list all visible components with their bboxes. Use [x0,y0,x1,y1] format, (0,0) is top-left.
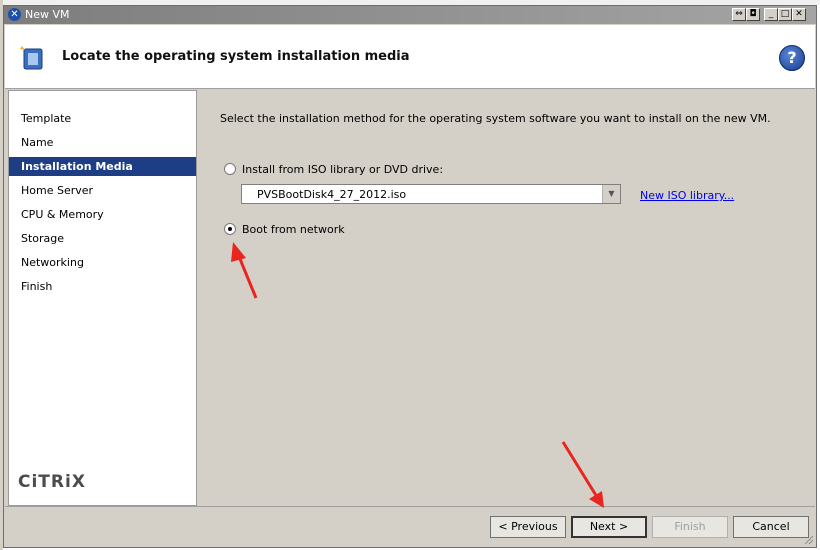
vm-wizard-icon [20,46,43,70]
nav-item-home-server[interactable]: Home Server [9,181,196,200]
new-vm-dialog: ✕ New VM ⇔ ◘ _ □ ✕ Locate the operating … [3,5,817,548]
wizard-header: Locate the operating system installation… [5,25,815,89]
chevron-down-icon[interactable]: ▼ [602,185,620,203]
install-from-iso-label[interactable]: Install from ISO library or DVD drive: [242,163,443,176]
nav-item-template[interactable]: Template [9,109,196,128]
finish-button[interactable]: Finish [652,516,728,538]
cancel-button[interactable]: Cancel [733,516,809,538]
page-title: Locate the operating system installation… [62,49,410,64]
maximize-button[interactable]: □ [778,8,792,21]
resize-grip-icon[interactable] [802,533,814,545]
close-button[interactable]: ✕ [792,8,806,21]
window-title: New VM [25,8,70,21]
xencenter-app-icon: ✕ [8,8,21,21]
boot-from-network-radio[interactable] [224,223,236,235]
iso-select-dropdown[interactable]: PVSBootDisk4_27_2012.iso ▼ [241,184,621,204]
title-bar[interactable]: ✕ New VM ⇔ ◘ _ □ ✕ [4,6,816,24]
citrix-logo: CiTRiX [18,472,86,492]
iso-select-value: PVSBootDisk4_27_2012.iso [257,188,407,201]
footer-divider [5,506,815,507]
new-iso-library-link[interactable]: New ISO library... [640,189,734,202]
nav-item-cpu-memory[interactable]: CPU & Memory [9,205,196,224]
dock-button[interactable]: ◘ [746,8,760,21]
nav-item-networking[interactable]: Networking [9,253,196,272]
instruction-text: Select the installation method for the o… [220,112,771,125]
nav-item-finish[interactable]: Finish [9,277,196,296]
minimize-button[interactable]: _ [764,8,778,21]
nav-item-installation-media[interactable]: Installation Media [9,157,196,176]
radio-selected-dot [228,227,232,231]
help-icon[interactable]: ? [779,45,805,71]
install-from-iso-radio[interactable] [224,163,236,175]
nav-item-storage[interactable]: Storage [9,229,196,248]
nav-item-name[interactable]: Name [9,133,196,152]
wizard-steps-panel: Template Name Installation Media Home Se… [8,90,197,506]
previous-button[interactable]: < Previous [490,516,566,538]
boot-from-network-label[interactable]: Boot from network [242,223,345,236]
next-button[interactable]: Next > [571,516,647,538]
restore-left-button[interactable]: ⇔ [732,8,746,21]
